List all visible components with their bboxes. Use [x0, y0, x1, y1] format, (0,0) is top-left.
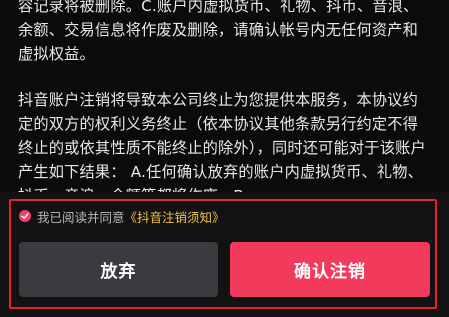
agreement-paragraph-1: 容记录将被删除。C.账户内虚拟货币、礼物、抖币、音浪、余额、交易信息将作废及删除… — [18, 0, 419, 63]
check-icon[interactable] — [19, 210, 31, 222]
confirm-cancel-button[interactable]: 确认注销 — [230, 242, 430, 297]
agreement-paragraph-2: 抖音账户注销将导致本公司终止为您提供本服务，本协议约定的双方的权利义务终止（依本… — [18, 91, 426, 200]
agreement-row[interactable]: 我已阅读并同意 《抖音注销须知》 — [19, 206, 225, 226]
agreement-label: 我已阅读并同意 — [37, 209, 125, 225]
cancellation-notice-link[interactable]: 《抖音注销须知》 — [125, 207, 225, 226]
agreement-content: 容记录将被删除。C.账户内虚拟货币、礼物、抖币、音浪、余额、交易信息将作废及删除… — [0, 0, 449, 200]
abandon-button[interactable]: 放弃 — [19, 242, 218, 297]
